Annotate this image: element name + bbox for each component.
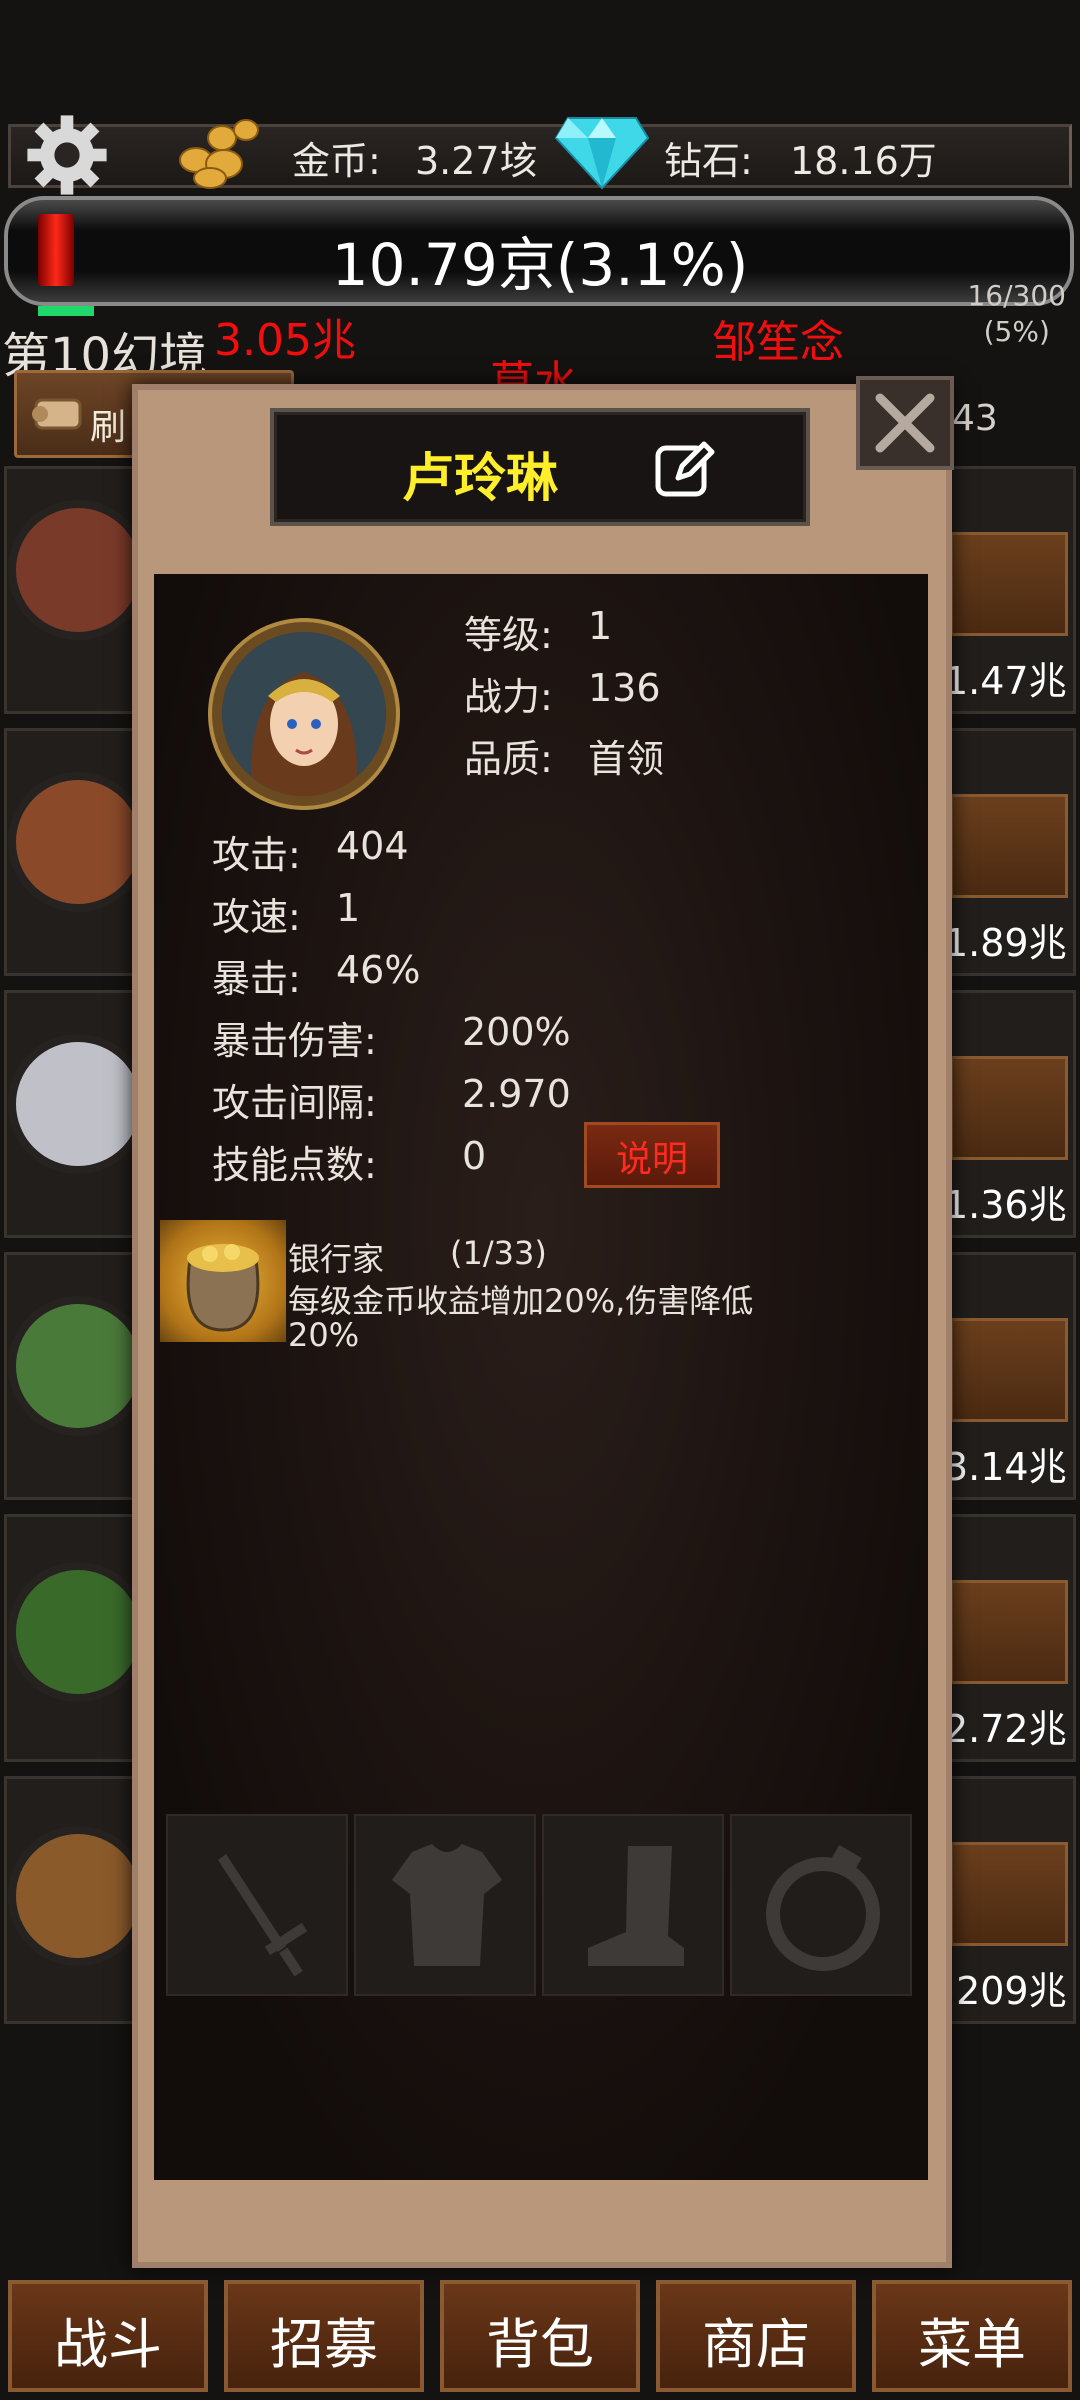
hire-button[interactable] xyxy=(950,1842,1068,1946)
skill-description-cont: 20% xyxy=(288,1316,360,1354)
avatar xyxy=(8,1034,148,1174)
diamond-value: 18.16万 xyxy=(790,139,937,183)
attack-speed-label: 攻速: xyxy=(212,895,301,939)
attack-label: 攻击: xyxy=(212,833,301,877)
attack-value: 404 xyxy=(336,824,409,868)
skill-progress: (1/33) xyxy=(450,1234,547,1272)
explain-label: 说明 xyxy=(615,1139,688,1180)
money-bag-icon xyxy=(186,1244,260,1332)
stage-count-text: 16/300 xyxy=(967,279,1066,312)
hire-button[interactable] xyxy=(950,532,1068,636)
quality-value: 首领 xyxy=(588,737,665,781)
power-label: 战力: xyxy=(464,675,553,719)
skill-icon-box[interactable] xyxy=(160,1220,286,1342)
enemy-name-text: 邹笙念 xyxy=(712,317,844,368)
nav-backpack-label: 背包 xyxy=(486,2313,594,2376)
stage-counter: 16/300 (5%) xyxy=(967,278,1066,350)
attack-speed-value: 1 xyxy=(336,886,361,930)
hero-damage: .209兆 xyxy=(944,1969,1067,2013)
hero-damage: 1.47兆 xyxy=(944,659,1067,703)
equip-slot-ring[interactable] xyxy=(730,1814,912,1996)
hero-damage: 1.36兆 xyxy=(944,1183,1067,1227)
gear-icon[interactable] xyxy=(22,110,112,200)
diamond-label: 钻石: xyxy=(664,139,753,183)
hero-damage: 3.14兆 xyxy=(944,1445,1067,1489)
equip-slot-boots[interactable] xyxy=(542,1814,724,1996)
crit-damage-value: 200% xyxy=(462,1010,571,1054)
skill-points-value: 0 xyxy=(462,1134,487,1178)
diamond-icon xyxy=(554,117,650,190)
quality-label: 品质: xyxy=(464,737,553,781)
nav-shop-label: 商店 xyxy=(702,2313,810,2376)
crit-value: 46% xyxy=(336,948,421,992)
hire-button[interactable] xyxy=(950,1580,1068,1684)
gold-value: 3.27垓 xyxy=(415,139,538,183)
scroll-icon xyxy=(32,398,82,430)
edit-icon[interactable] xyxy=(654,438,716,500)
crit-damage-label: 暴击伤害: xyxy=(212,1019,377,1063)
level-label: 等级: xyxy=(464,613,553,657)
stage-percent-text: (5%) xyxy=(983,315,1050,348)
sword-icon xyxy=(218,1854,308,1977)
close-icon xyxy=(875,393,935,453)
attack-interval-label: 攻击间隔: xyxy=(212,1081,377,1125)
nav-menu-label: 菜单 xyxy=(918,2313,1026,2376)
damage-float-text: 3.05兆 xyxy=(214,315,356,366)
avatar xyxy=(8,1826,148,1966)
hire-button[interactable] xyxy=(950,1056,1068,1160)
hero-count: 43 xyxy=(952,398,998,439)
armor-icon xyxy=(392,1844,502,1966)
skill-points-label: 技能点数: xyxy=(212,1143,377,1187)
nav-battle-label: 战斗 xyxy=(54,2313,162,2376)
equip-slot-armor[interactable] xyxy=(354,1814,536,1996)
hero-face-icon xyxy=(222,632,386,796)
hero-name: 卢玲琳 xyxy=(401,449,558,509)
gold-label: 金币: xyxy=(292,139,381,183)
boss-hp-text: 10.79京(3.1%) xyxy=(331,231,749,299)
skill-name: 银行家 xyxy=(288,1240,385,1278)
level-value: 1 xyxy=(588,604,613,648)
avatar xyxy=(8,1562,148,1702)
refresh-label: 刷 xyxy=(90,407,127,448)
boots-icon xyxy=(588,1846,684,1966)
nav-recruit-label: 招募 xyxy=(270,2313,378,2376)
hero-damage: 1.89兆 xyxy=(944,921,1067,965)
hero-portrait xyxy=(212,622,396,806)
ring-icon xyxy=(766,1844,880,1971)
hero-damage: 2.72兆 xyxy=(944,1707,1067,1751)
attack-interval-value: 2.970 xyxy=(462,1072,571,1116)
avatar xyxy=(8,500,148,640)
hire-button[interactable] xyxy=(950,794,1068,898)
hire-button[interactable] xyxy=(950,1318,1068,1422)
avatar xyxy=(8,772,148,912)
equip-slot-weapon[interactable] xyxy=(166,1814,348,1996)
gold-coins-icon xyxy=(179,119,259,189)
power-value: 136 xyxy=(588,666,661,710)
avatar xyxy=(8,1296,148,1436)
crit-label: 暴击: xyxy=(212,957,301,1001)
stage-progress-indicator xyxy=(38,306,94,316)
